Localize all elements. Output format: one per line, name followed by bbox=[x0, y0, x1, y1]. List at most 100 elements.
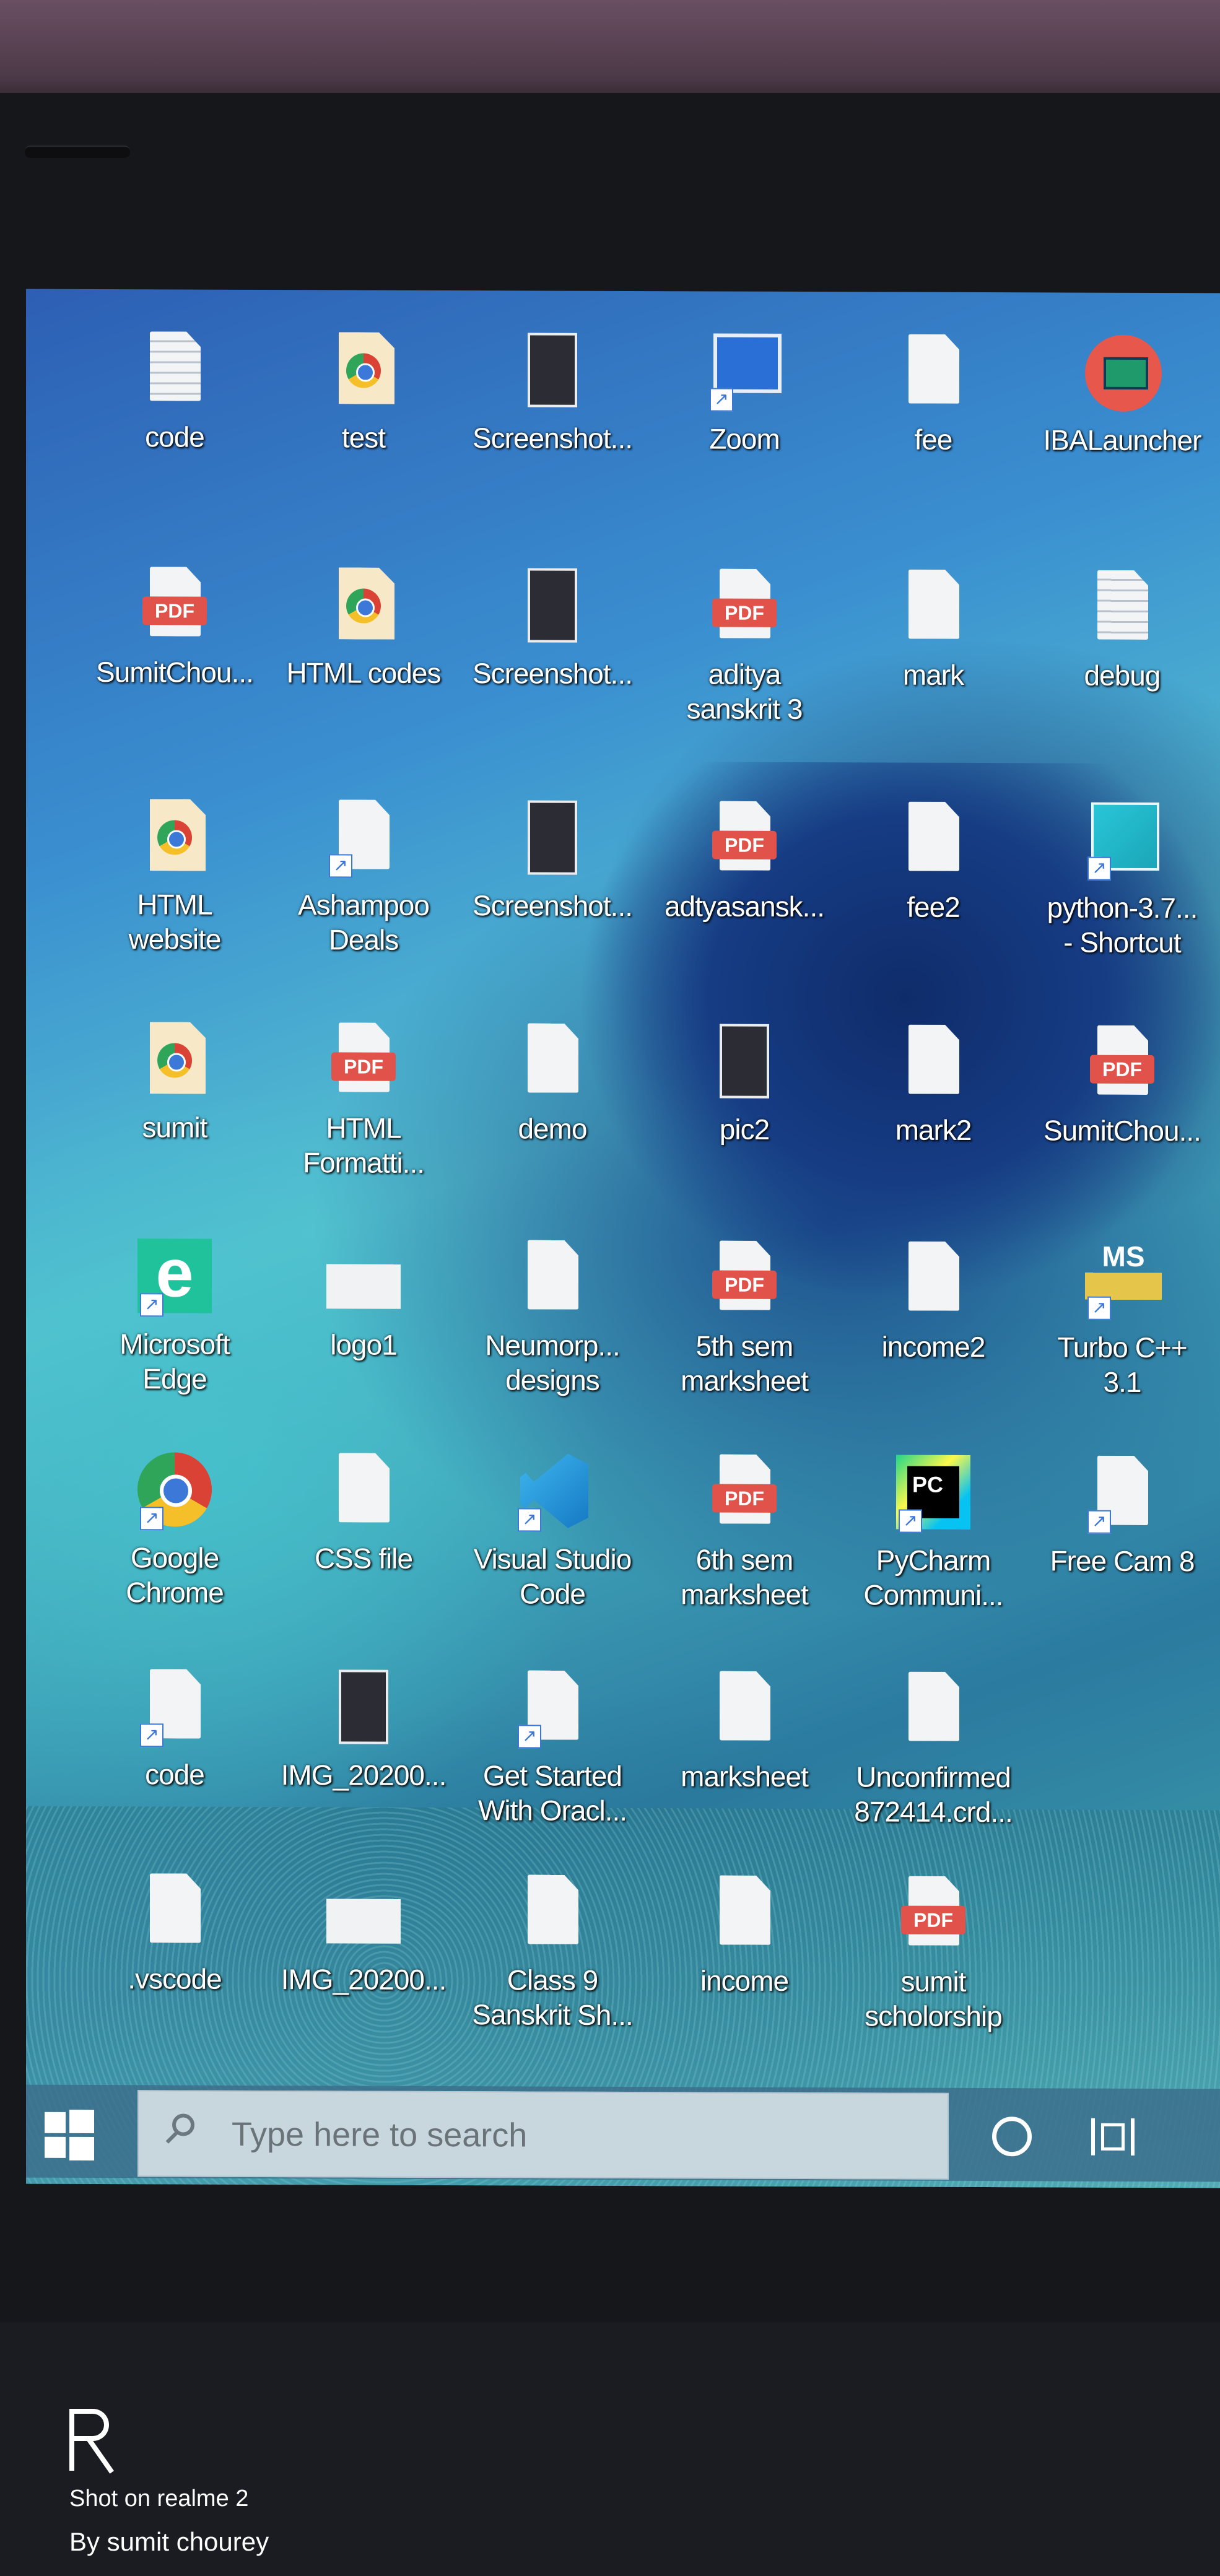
desktop-icon-label: .vscode bbox=[128, 1962, 222, 1995]
desktop-icon[interactable]: mark bbox=[840, 552, 1026, 738]
cortana-circle-icon[interactable] bbox=[992, 2117, 1032, 2157]
desktop-icon-label: sumit bbox=[142, 1111, 207, 1144]
desktop-icon[interactable]: e ↗ Microsoft Edge bbox=[82, 1221, 268, 1408]
image-file-icon bbox=[515, 333, 590, 413]
desktop-icon[interactable]: PDF HTML Formatti... bbox=[271, 1005, 456, 1191]
taskbar-search-box[interactable]: Type here to search bbox=[137, 2090, 949, 2180]
document-icon bbox=[896, 1025, 970, 1105]
desktop-icon[interactable]: PDF 5th sem marksheet bbox=[651, 1223, 837, 1409]
pdf-document-icon: PDF bbox=[326, 1022, 401, 1103]
shortcut-icon: ↗ bbox=[326, 799, 401, 880]
desktop-icon[interactable]: fee bbox=[840, 316, 1026, 503]
desktop-icon-label: aditya sanskrit 3 bbox=[686, 658, 803, 726]
desktop-icon[interactable]: ↗ Free Cam 8 bbox=[1029, 1438, 1215, 1624]
document-icon bbox=[896, 334, 970, 415]
desktop-icon-label: SumitChou... bbox=[1044, 1114, 1201, 1147]
shortcut-icon: ↗ bbox=[1085, 1456, 1159, 1536]
desktop-icon[interactable]: HTML website bbox=[82, 781, 268, 968]
document-icon bbox=[707, 1875, 782, 1956]
pdf-document-icon: PDF bbox=[707, 801, 782, 881]
desktop-icon[interactable]: PDF sumit scholorship bbox=[840, 1858, 1026, 2045]
taskbar: Type here to search bbox=[26, 2084, 1220, 2182]
desktop-icon[interactable]: Screenshot... bbox=[460, 315, 645, 502]
pdf-document-icon: PDF bbox=[137, 567, 212, 647]
document-icon bbox=[137, 1873, 212, 1954]
desktop-icon[interactable]: logo1 bbox=[271, 1222, 456, 1408]
search-placeholder: Type here to search bbox=[232, 2115, 528, 2154]
desktop-icon-label: CSS file bbox=[314, 1542, 413, 1575]
desktop-icon-label: pic2 bbox=[719, 1113, 770, 1146]
desktop-icon[interactable]: demo bbox=[460, 1006, 645, 1192]
desktop-icon-label: Neumorp... designs bbox=[485, 1329, 620, 1396]
desktop-icon[interactable]: Neumorp... designs bbox=[460, 1222, 645, 1409]
desktop-icon[interactable]: IMG_20200... bbox=[271, 1856, 456, 2043]
desktop-icon-label: SumitChou... bbox=[96, 656, 253, 689]
realme-logo-icon bbox=[69, 2409, 119, 2477]
desktop-screen: code test Screenshot... ↗ Zoom fee IBALauncher… bbox=[26, 289, 1220, 2188]
desktop-icon-label: Screenshot... bbox=[472, 657, 633, 690]
desktop-icon[interactable]: PDF 6th sem marksheet bbox=[651, 1437, 837, 1623]
pycharm-icon: PC ↗ bbox=[896, 1455, 970, 1536]
desktop-icon[interactable]: Screenshot... bbox=[460, 783, 645, 969]
desktop-icon[interactable]: PC ↗ PyCharm Communi... bbox=[840, 1437, 1026, 1624]
desktop-icon[interactable]: PDF adtyasansk... bbox=[651, 783, 837, 970]
desktop-icon[interactable]: ↗ Zoom bbox=[651, 316, 837, 502]
search-icon bbox=[163, 2113, 198, 2151]
desktop-icon[interactable]: mark2 bbox=[840, 1007, 1026, 1193]
desktop-icon[interactable]: PDF SumitChou... bbox=[82, 549, 268, 736]
start-button[interactable] bbox=[45, 2109, 94, 2161]
desktop-icon[interactable]: ↗ python-3.7... - Shortcut bbox=[1029, 785, 1215, 971]
desktop-icon[interactable]: Screenshot... bbox=[460, 550, 645, 737]
chrome-html-file-icon bbox=[326, 332, 401, 412]
desktop-icon[interactable]: MS ↗ Turbo C++ 3.1 bbox=[1029, 1224, 1215, 1411]
desktop-icon-label: code bbox=[145, 420, 204, 453]
desktop-icon[interactable]: IBALauncher bbox=[1029, 317, 1215, 503]
desktop-icon[interactable]: pic2 bbox=[651, 1006, 837, 1193]
document-icon bbox=[896, 1672, 970, 1752]
desktop-icon-label: HTML codes bbox=[286, 656, 441, 689]
desktop-icon[interactable]: fee2 bbox=[840, 784, 1026, 970]
text-document-icon bbox=[137, 331, 212, 412]
task-view-icon[interactable] bbox=[1091, 2118, 1135, 2156]
desktop-icon-label: debug bbox=[1084, 659, 1161, 692]
desktop-icon[interactable]: .vscode bbox=[82, 1856, 268, 2042]
desktop-icon-label: mark bbox=[902, 658, 964, 691]
desktop-icon[interactable]: debug bbox=[1029, 552, 1215, 739]
desktop-icon-label: fee2 bbox=[907, 890, 960, 923]
desktop-icon[interactable]: IMG_20200... bbox=[271, 1652, 456, 1838]
desktop-icon-label: PyCharm Communi... bbox=[863, 1544, 1003, 1612]
desktop-icon[interactable]: HTML codes bbox=[271, 550, 456, 736]
desktop-icon-label: mark2 bbox=[895, 1113, 972, 1146]
desktop-icon-label: code bbox=[145, 1758, 204, 1791]
watermark-device: Shot on realme 2 bbox=[69, 2486, 249, 2512]
image-file-icon bbox=[515, 800, 590, 881]
desktop-icon[interactable]: ↗ Google Chrome bbox=[82, 1435, 268, 1621]
desktop-icon[interactable]: ↗ Get Started With Oracl... bbox=[460, 1653, 645, 1839]
desktop-icon[interactable]: code bbox=[82, 314, 268, 500]
desktop-icon[interactable]: PDF SumitChou... bbox=[1029, 1007, 1215, 1194]
desktop-icon[interactable]: ↗ Ashampoo Deals bbox=[271, 782, 456, 968]
desktop-icon-label: Visual Studio Code bbox=[473, 1543, 632, 1610]
shortcut-icon: ↗ bbox=[137, 1669, 212, 1749]
document-icon bbox=[515, 1874, 590, 1955]
photo-file-icon bbox=[707, 1024, 782, 1104]
desktop-icon-label: fee bbox=[914, 423, 952, 456]
desktop-icon[interactable]: income bbox=[651, 1858, 837, 2044]
desktop-icon-label: income2 bbox=[881, 1330, 985, 1364]
desktop-icon[interactable]: Class 9 Sanskrit Sh... bbox=[460, 1857, 645, 2043]
desktop-icon[interactable]: income2 bbox=[840, 1224, 1026, 1410]
desktop-icon[interactable]: Unconfirmed 872414.crd... bbox=[840, 1654, 1026, 1840]
desktop-icon[interactable]: test bbox=[271, 315, 456, 501]
desktop-icon-label: python-3.7... - Shortcut bbox=[1047, 891, 1198, 959]
desktop-icon[interactable]: CSS file bbox=[271, 1435, 456, 1622]
desktop-icon-label: 5th sem marksheet bbox=[681, 1329, 808, 1398]
chrome-html-file-icon bbox=[326, 567, 401, 648]
desktop-icon[interactable]: PDF aditya sanskrit 3 bbox=[651, 551, 837, 738]
desktop-icon[interactable]: sumit bbox=[82, 1004, 268, 1191]
desktop-icon-label: income bbox=[700, 1964, 789, 1997]
desktop-icon-label: test bbox=[341, 421, 386, 454]
desktop-icon[interactable]: ↗ Visual Studio Code bbox=[460, 1436, 645, 1622]
desktop-icon[interactable]: ↗ code bbox=[82, 1651, 268, 1838]
desktop-icon[interactable]: marksheet bbox=[651, 1653, 837, 1840]
image-file-icon bbox=[326, 1874, 401, 1954]
